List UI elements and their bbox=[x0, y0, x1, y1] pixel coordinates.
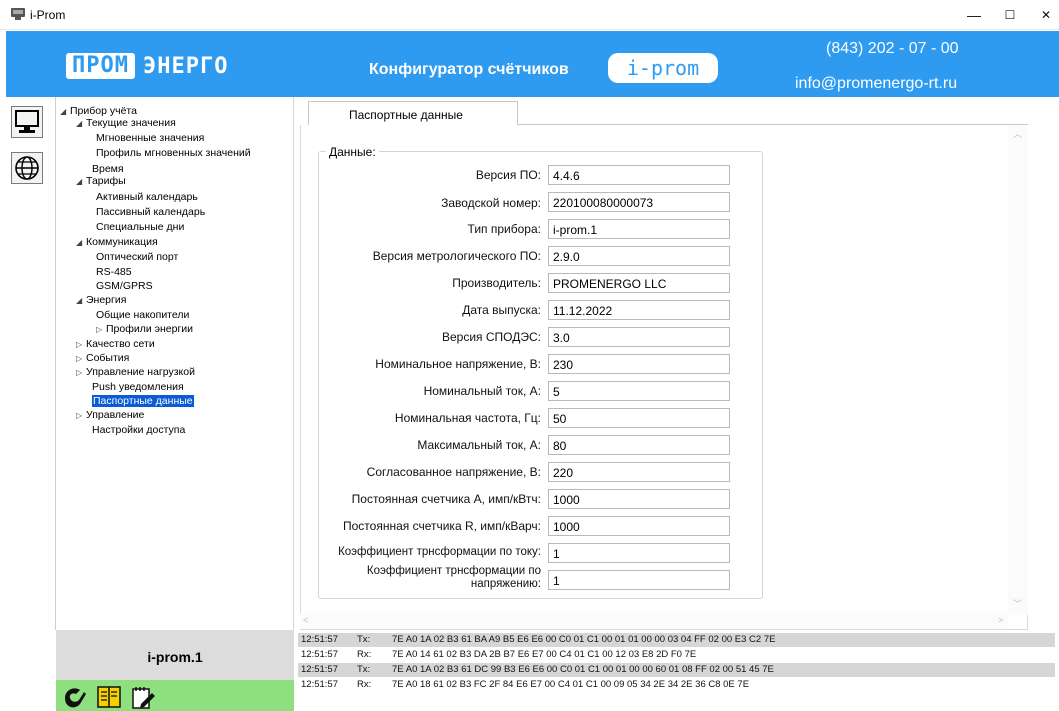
tree-item-nastroiki-dostupa[interactable]: Настройки доступа bbox=[92, 424, 185, 436]
field-current-ratio[interactable]: 1 bbox=[548, 543, 730, 563]
logo-box-text: ПРОМ bbox=[66, 53, 135, 79]
icon-rail bbox=[6, 97, 56, 630]
field-nominal-frequency[interactable]: 50 bbox=[548, 408, 730, 428]
book-tool-icon[interactable] bbox=[96, 684, 122, 710]
tree-item-kachestvo-seti[interactable]: ▷ Качество сети bbox=[76, 338, 155, 351]
field-label-voltage-ratio: Коэффициент трнсформации по напряжению: bbox=[366, 565, 541, 590]
field-release-date[interactable]: 11.12.2022 bbox=[548, 300, 730, 320]
log-row: 12:51:57 Tx: 7E A0 1A 02 B3 61 BA A9 B5 … bbox=[298, 633, 1055, 647]
field-nominal-voltage[interactable]: 230 bbox=[548, 354, 730, 374]
field-nominal-current[interactable]: 5 bbox=[548, 381, 730, 401]
field-label-spodes-version: Версия СПОДЭС: bbox=[442, 330, 541, 344]
field-label-nominal-current: Номинальный ток, А: bbox=[423, 384, 541, 398]
tree-item-tarify[interactable]: ◢ Тарифы bbox=[76, 175, 126, 188]
field-voltage-ratio[interactable]: 1 bbox=[548, 570, 730, 590]
minimize-button[interactable]: — bbox=[959, 4, 989, 26]
vertical-scrollbar[interactable]: ︿ ﹀ bbox=[1008, 125, 1028, 615]
phone-number: (843) 202 - 07 - 00 bbox=[826, 40, 959, 57]
scroll-up-icon[interactable]: ︿ bbox=[1013, 127, 1022, 140]
field-label-constant-a: Постоянная счетчика А, имп/кВтч: bbox=[351, 492, 541, 506]
field-label-constant-r: Постоянная счетчика R, имп/кВарч: bbox=[343, 519, 541, 533]
field-max-current[interactable]: 80 bbox=[548, 435, 730, 455]
field-software-version[interactable]: 4.4.6 bbox=[548, 165, 730, 185]
navigation-tree: ◢ Прибор учёта ◢ Текущие значения Мгновенн… bbox=[56, 97, 294, 630]
log-row: 12:51:57 Rx: 7E A0 14 61 02 B3 DA 2B B7 … bbox=[301, 649, 697, 660]
field-manufacturer[interactable]: PROMENERGO LLC bbox=[548, 273, 730, 293]
field-metrology-version[interactable]: 2.9.0 bbox=[548, 246, 730, 266]
tree-item-mgnovennye-znacheniya[interactable]: Мгновенные значения bbox=[96, 132, 204, 144]
tree-item-profil-mgnovennyh[interactable]: Профиль мгновенных значений bbox=[96, 147, 251, 159]
app-icon bbox=[11, 8, 25, 20]
email-address: info@promenergo-rt.ru bbox=[795, 75, 958, 92]
field-device-type[interactable]: i-prom.1 bbox=[548, 219, 730, 239]
company-logo: ПРОМ ЭНЕРГО bbox=[66, 53, 228, 79]
globe-icon[interactable] bbox=[11, 152, 43, 184]
device-panel: i-prom.1 bbox=[56, 630, 294, 680]
field-spodes-version[interactable]: 3.0 bbox=[548, 327, 730, 347]
field-label-agreed-voltage: Согласованное напряжение, В: bbox=[366, 465, 541, 479]
tree-item-rs485[interactable]: RS-485 bbox=[96, 266, 132, 278]
scroll-right-icon[interactable]: > bbox=[998, 615, 1003, 625]
tree-item-push-uvedomleniya[interactable]: Push уведомления bbox=[92, 381, 184, 393]
tree-item-opticheskii-port[interactable]: Оптический порт bbox=[96, 251, 178, 263]
window-title: i-Prom bbox=[30, 8, 66, 22]
field-label-max-current: Максимальный ток, А: bbox=[417, 438, 541, 452]
horizontal-scrollbar[interactable]: < > bbox=[300, 613, 1008, 629]
field-label-software-version: Версия ПО: bbox=[475, 168, 541, 182]
tree-item-passivnyi-kalendar[interactable]: Пассивный календарь bbox=[96, 206, 205, 218]
scroll-down-icon[interactable]: ﹀ bbox=[1013, 597, 1022, 610]
tree-item-pasportnye-dannye[interactable]: Паспортные данные bbox=[92, 395, 194, 407]
logo-rest-text: ЭНЕРГО bbox=[142, 53, 229, 79]
field-label-nominal-voltage: Номинальное напряжение, В: bbox=[375, 357, 541, 371]
tool-panel bbox=[56, 680, 294, 711]
tree-item-tekushchie-znacheniya[interactable]: ◢ Текущие значения bbox=[76, 117, 176, 130]
tab-pasportnye-dannye[interactable]: Паспортные данные bbox=[308, 101, 518, 125]
field-label-metrology-version: Версия метрологического ПО: bbox=[372, 249, 541, 263]
computer-icon[interactable] bbox=[11, 106, 43, 138]
tree-item-sobytiya[interactable]: ▷ События bbox=[76, 352, 129, 365]
title-bar: i-Prom — ☐ ✕ bbox=[0, 0, 1059, 30]
scroll-left-icon[interactable]: < bbox=[303, 615, 308, 625]
field-label-serial-number: Заводской номер: bbox=[441, 196, 541, 210]
field-serial-number[interactable]: 220100080000073 bbox=[548, 192, 730, 212]
configurator-title: Конфигуратор счётчиков bbox=[369, 61, 569, 78]
tree-item-vremya[interactable]: Время bbox=[92, 163, 124, 175]
field-constant-a[interactable]: 1000 bbox=[548, 489, 730, 509]
close-button[interactable]: ✕ bbox=[1031, 4, 1059, 26]
tree-item-gsm-gprs[interactable]: GSM/GPRS bbox=[96, 280, 153, 292]
field-label-device-type: Тип прибора: bbox=[467, 222, 541, 236]
tree-item-kommunikaciya[interactable]: ◢ Коммуникация bbox=[76, 236, 158, 249]
tree-item-aktivnyi-kalendar[interactable]: Активный календарь bbox=[96, 191, 198, 203]
groupbox-title: Данные: bbox=[326, 145, 379, 159]
tree-item-obshchie-nakopiteli[interactable]: Общие накопители bbox=[96, 309, 189, 321]
device-name: i-prom.1 bbox=[147, 649, 203, 665]
communication-log: 12:51:57 Tx: 7E A0 1A 02 B3 61 BA A9 B5 … bbox=[298, 631, 1059, 711]
tree-item-energiya[interactable]: ◢ Энергия bbox=[76, 294, 126, 307]
field-constant-r[interactable]: 1000 bbox=[548, 516, 730, 536]
tree-item-upravlenie[interactable]: ▷ Управление bbox=[76, 409, 144, 422]
field-label-manufacturer: Производитель: bbox=[452, 276, 541, 290]
checkmark-tool-icon[interactable] bbox=[62, 684, 88, 710]
log-row: 12:51:57 Rx: 7E A0 18 61 02 B3 FC 2F 84 … bbox=[301, 679, 750, 690]
field-agreed-voltage[interactable]: 220 bbox=[548, 462, 730, 482]
field-label-current-ratio: Коэффициент трнсформации по току: bbox=[338, 546, 541, 558]
iprom-badge: i-prom bbox=[608, 53, 718, 83]
tree-item-specialnye-dni[interactable]: Специальные дни bbox=[96, 221, 184, 233]
header-banner: ПРОМ ЭНЕРГО Конфигуратор счётчиков i-pro… bbox=[6, 31, 1059, 97]
log-row: 12:51:57 Tx: 7E A0 1A 02 B3 61 DC 99 B3 … bbox=[298, 663, 1055, 677]
notepad-edit-icon[interactable] bbox=[130, 684, 156, 710]
field-label-release-date: Дата выпуска: bbox=[462, 303, 541, 317]
maximize-button[interactable]: ☐ bbox=[995, 4, 1025, 26]
tree-item-upravlenie-nagruzkoi[interactable]: ▷ Управление нагрузкой bbox=[76, 366, 195, 379]
tree-item-profili-energii[interactable]: ▷ Профили энергии bbox=[96, 323, 193, 336]
field-label-nominal-frequency: Номинальная частота, Гц: bbox=[394, 411, 541, 425]
